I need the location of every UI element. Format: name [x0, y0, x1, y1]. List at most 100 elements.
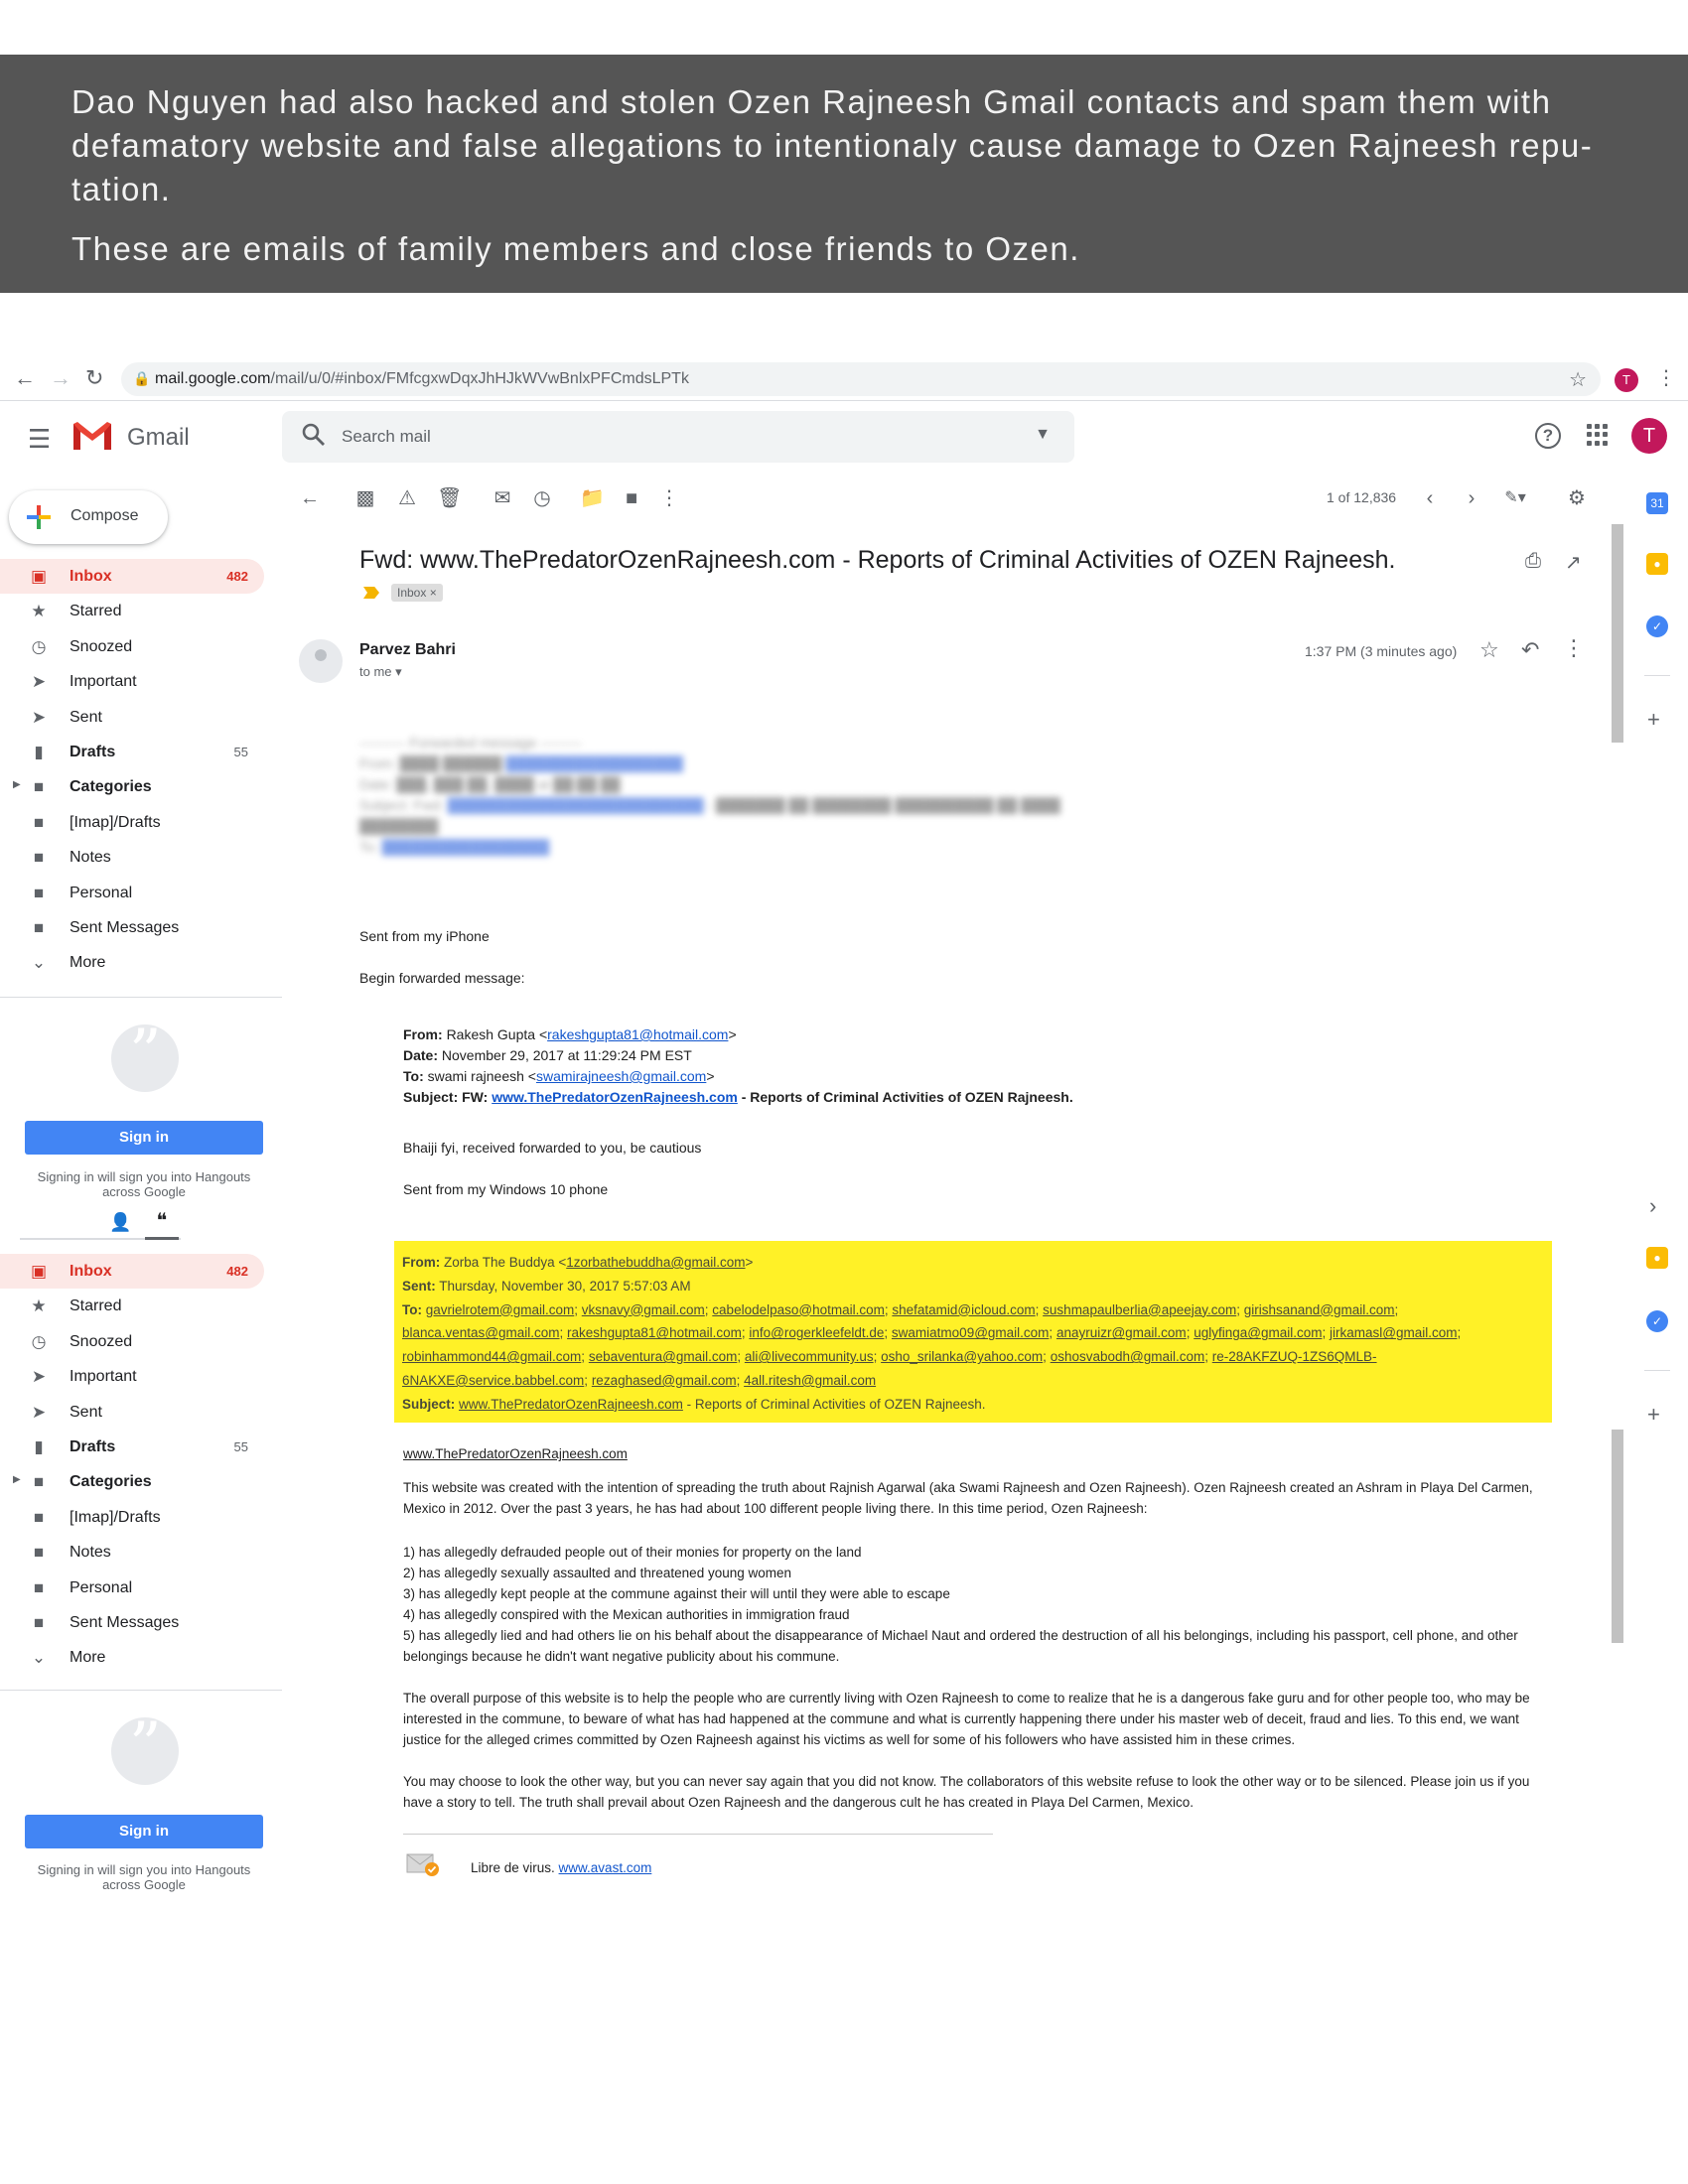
open-new-window-icon[interactable]: ↗ [1565, 550, 1582, 575]
sidebar-item-drafts[interactable]: ▮ Drafts 55 [0, 735, 264, 769]
recipient-email-link[interactable]: swamirajneesh@gmail.com [536, 1068, 706, 1084]
sidebar-item-sent[interactable]: ➤ Sent [0, 700, 264, 735]
star-icon[interactable]: ☆ [1479, 637, 1499, 663]
recipient-email-link[interactable]: robinhammond44@gmail.com [402, 1349, 581, 1364]
recipient-email-link[interactable]: uglyfinga@gmail.com [1194, 1325, 1322, 1340]
report-spam-icon[interactable]: ⚠ [395, 486, 419, 510]
subject-site-link[interactable]: www.ThePredatorOzenRajneesh.com [459, 1397, 683, 1412]
forward-arrow-icon[interactable]: → [50, 365, 71, 391]
sidebar-item-categories[interactable]: ▶ ■ Categories [0, 1464, 264, 1499]
recipient-email-link[interactable]: rezaghased@gmail.com [592, 1373, 737, 1388]
move-to-icon[interactable]: 📁 [580, 486, 605, 510]
recipient-email-link[interactable]: info@rogerkleefeldt.de [749, 1325, 884, 1340]
search-input[interactable] [342, 423, 987, 451]
newer-chevron-icon[interactable]: ‹ [1418, 486, 1442, 510]
input-tools-icon[interactable]: ✎▾ [1503, 486, 1527, 510]
sidebar-item-inbox[interactable]: ▣ Inbox 482 [0, 1254, 264, 1290]
sidebar-item-snoozed[interactable]: ◷ Snoozed [0, 1324, 264, 1359]
important-marker-icon[interactable] [363, 587, 379, 599]
sidebar-item-sent-messages[interactable]: ■ Sent Messages [0, 910, 264, 945]
more-actions-icon[interactable]: ⋮ [657, 486, 681, 510]
inbox-label-chip[interactable]: Inbox × [391, 584, 443, 602]
recipient-summary[interactable]: to me ▾ [359, 664, 402, 680]
bookmark-star-icon[interactable]: ☆ [1569, 367, 1587, 392]
help-icon[interactable]: ? [1535, 423, 1561, 449]
sidebar-item-sent-messages[interactable]: ■ Sent Messages [0, 1605, 264, 1640]
recipient-email-link[interactable]: blanca.ventas@gmail.com [402, 1325, 560, 1340]
expand-arrow-icon[interactable]: ▶ [13, 779, 21, 790]
expand-arrow-icon[interactable]: ▶ [13, 1474, 21, 1485]
recipient-email-link[interactable]: ali@livecommunity.us [745, 1349, 874, 1364]
sidebar-item-imap-drafts[interactable]: ■ [Imap]/Drafts [0, 1500, 264, 1535]
sidebar-item-drafts[interactable]: ▮ Drafts 55 [0, 1430, 264, 1464]
back-to-inbox-icon[interactable]: ← [298, 486, 322, 510]
recipient-email-link[interactable]: shefatamid@icloud.com [892, 1302, 1035, 1317]
browser-profile-avatar[interactable]: T [1615, 368, 1638, 392]
recipient-email-link[interactable]: swamiatmo09@gmail.com [892, 1325, 1050, 1340]
sidebar-item-notes[interactable]: ■ Notes [0, 840, 264, 875]
sidebar-item-sent[interactable]: ➤ Sent [0, 1395, 264, 1430]
recipient-email-link[interactable]: 4all.ritesh@gmail.com [744, 1373, 876, 1388]
print-icon[interactable]: ⎙ [1525, 550, 1541, 573]
archive-icon[interactable]: ▩ [353, 486, 377, 510]
sidebar-item-important[interactable]: ➤ Important [0, 664, 264, 699]
recipient-email-link[interactable]: oshosvabodh@gmail.com [1051, 1349, 1205, 1364]
snooze-icon[interactable]: ◷ [530, 486, 554, 510]
calendar-icon[interactable]: 31 [1646, 492, 1668, 514]
add-addon-icon[interactable]: + [1647, 707, 1660, 733]
search-icon[interactable] [300, 421, 328, 449]
site-link[interactable]: www.ThePredatorOzenRajneesh.com [403, 1443, 628, 1464]
scrollbar-thumb-lower[interactable] [1612, 1430, 1623, 1643]
sender-email-link[interactable]: rakeshgupta81@hotmail.com [547, 1026, 728, 1042]
expand-panel-chevron-icon[interactable]: › [1649, 1193, 1656, 1219]
browser-menu-icon[interactable]: ⋮ [1656, 365, 1676, 390]
contacts-tab-icon[interactable]: 👤 [109, 1212, 131, 1233]
mark-unread-icon[interactable]: ✉ [491, 486, 514, 510]
search-options-icon[interactable]: ▼ [1035, 426, 1051, 444]
sidebar-item-notes[interactable]: ■ Notes [0, 1535, 264, 1570]
reply-icon[interactable]: ↶ [1521, 637, 1539, 663]
sidebar-item-starred[interactable]: ★ Starred [0, 1289, 264, 1323]
chevron-down-icon[interactable]: ▾ [395, 664, 402, 679]
recipient-email-link[interactable]: osho_srilanka@yahoo.com [881, 1349, 1043, 1364]
delete-icon[interactable]: 🗑 [437, 486, 462, 510]
keep-icon[interactable]: ● [1646, 1247, 1668, 1269]
gmail-logo-icon[interactable] [71, 420, 113, 452]
recipient-email-link[interactable]: sushmapaulberlia@apeejay.com [1043, 1302, 1236, 1317]
recipient-email-link[interactable]: anayruizr@gmail.com [1056, 1325, 1187, 1340]
recipient-email-link[interactable]: cabelodelpaso@hotmail.com [712, 1302, 885, 1317]
recipient-email-link[interactable]: jirkamasl@gmail.com [1330, 1325, 1457, 1340]
sidebar-item-starred[interactable]: ★ Starred [0, 594, 264, 628]
settings-gear-icon[interactable]: ⚙ [1565, 486, 1589, 510]
apps-grid-icon[interactable] [1587, 424, 1609, 446]
sidebar-item-important[interactable]: ➤ Important [0, 1359, 264, 1394]
avast-link[interactable]: www.avast.com [559, 1860, 652, 1875]
add-addon-icon[interactable]: + [1647, 1402, 1660, 1428]
tasks-icon[interactable]: ✓ [1646, 1310, 1668, 1332]
compose-button[interactable]: Compose [9, 490, 168, 544]
hangouts-signin-button[interactable]: Sign in [25, 1815, 263, 1848]
back-arrow-icon[interactable]: ← [14, 365, 36, 391]
address-bar[interactable]: 🔒 mail.google.com/mail/u/0/#inbox/FMfcgx… [121, 362, 1601, 396]
keep-icon[interactable]: ● [1646, 553, 1668, 575]
sidebar-item-snoozed[interactable]: ◷ Snoozed [0, 629, 264, 664]
sender-email-link[interactable]: 1zorbathebuddha@gmail.com [566, 1255, 745, 1270]
older-chevron-icon[interactable]: › [1460, 486, 1483, 510]
recipient-email-link[interactable]: girishsanand@gmail.com [1244, 1302, 1395, 1317]
sidebar-item-imap-drafts[interactable]: ■ [Imap]/Drafts [0, 805, 264, 840]
more-options-icon[interactable]: ⋮ [1563, 635, 1585, 661]
sidebar-item-personal[interactable]: ■ Personal [0, 876, 264, 910]
reload-icon[interactable]: ↻ [85, 365, 103, 391]
sidebar-item-more[interactable]: ⌄ More [0, 945, 264, 980]
labels-icon[interactable]: ■ [620, 486, 643, 510]
subject-site-link[interactable]: www.ThePredatorOzenRajneesh.com [492, 1089, 738, 1105]
sidebar-item-inbox[interactable]: ▣ Inbox 482 [0, 559, 264, 595]
scrollbar-thumb-upper[interactable] [1612, 524, 1623, 743]
sender-name[interactable]: Parvez Bahri [359, 641, 456, 659]
account-avatar[interactable]: T [1631, 418, 1667, 454]
recipient-email-link[interactable]: rakeshgupta81@hotmail.com [567, 1325, 742, 1340]
recipient-email-link[interactable]: vksnavy@gmail.com [582, 1302, 705, 1317]
sidebar-item-personal[interactable]: ■ Personal [0, 1570, 264, 1605]
search-bar[interactable]: ▼ [282, 411, 1074, 463]
tasks-icon[interactable]: ✓ [1646, 615, 1668, 637]
